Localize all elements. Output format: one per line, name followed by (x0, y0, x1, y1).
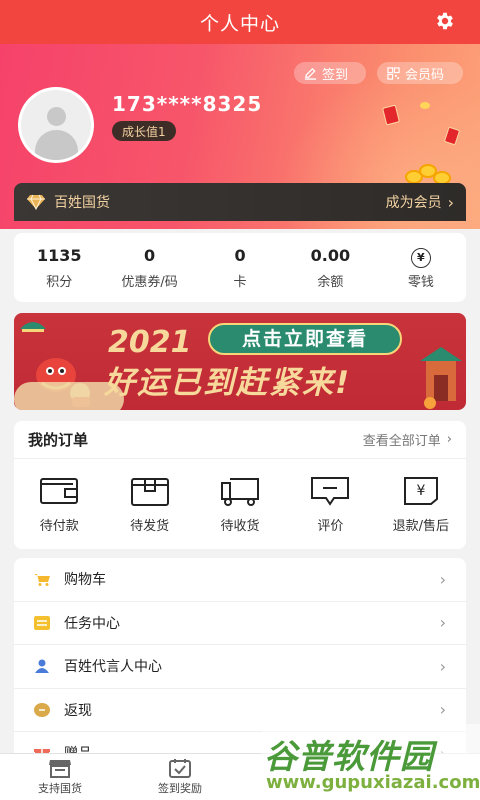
banner-year: 2021 (108, 325, 192, 360)
box-icon (130, 477, 169, 506)
lantern-icon (20, 322, 46, 332)
orders-header: 我的订单 查看全部订单 › (14, 421, 466, 459)
site-watermark: 谷普软件园 www.gupuxiazai.com (262, 724, 480, 800)
membership-bar[interactable]: 百姓国货 成为会员 › (14, 183, 466, 221)
chevron-right-icon: › (439, 656, 446, 676)
watermark-title: 谷普软件园 (264, 737, 434, 776)
user-phone: 173****8325 (112, 92, 263, 116)
promo-banner[interactable]: 点击立即查看 2021 好运已到赶紧来! (14, 313, 466, 410)
stat-value: 0 (144, 246, 156, 265)
stat-coupons[interactable]: 0 优惠券/码 (104, 245, 194, 290)
sign-in-label: 签到 (322, 67, 349, 83)
cashback-icon (34, 702, 50, 717)
order-label: 待收货 (220, 518, 260, 534)
stat-value: 1135 (36, 246, 82, 265)
stat-label: 余额 (317, 275, 344, 290)
menu-item-label: 返现 (64, 702, 92, 719)
pavilion-icon (420, 347, 462, 409)
my-orders-card: 我的订单 查看全部订单 › 待付款 待发货 待收货 评价 ¥ 退款/售后 (14, 421, 466, 549)
stats-card: 1135 积分 0 优惠券/码 0 卡 0.00 余额 ¥ 零钱 (14, 233, 466, 302)
refund-icon: ¥ (403, 476, 438, 505)
orders-title: 我的订单 (28, 431, 89, 449)
comment-icon (311, 476, 350, 506)
vip-brand: 百姓国货 (54, 195, 110, 211)
chevron-right-icon: › (439, 700, 446, 720)
stat-balance[interactable]: 0.00 余额 (285, 245, 375, 290)
sign-in-button[interactable]: 签到 (294, 62, 366, 84)
menu-item-label: 任务中心 (64, 615, 120, 632)
calendar-check-icon (169, 759, 191, 778)
banner-slogan: 好运已到赶紧来! (104, 365, 352, 401)
menu-item-cart[interactable]: 购物车 › (14, 558, 466, 602)
order-label: 评价 (317, 518, 344, 534)
menu-item-label: 购物车 (64, 572, 106, 589)
view-all-orders-link[interactable]: 查看全部订单 › (363, 430, 452, 449)
stat-change[interactable]: ¥ 零钱 (376, 245, 466, 290)
become-member-label: 成为会员 (385, 195, 442, 211)
stat-value: 0.00 (310, 246, 351, 265)
order-label: 待付款 (39, 518, 79, 534)
wallet-icon (40, 477, 79, 504)
order-pending-shipment[interactable]: 待发货 (104, 475, 194, 534)
pencil-icon (304, 67, 317, 80)
order-review[interactable]: 评价 (285, 475, 375, 534)
coin-icon (420, 102, 430, 109)
top-nav-bar: 个人中心 (0, 0, 480, 44)
avatar-placeholder-icon (21, 90, 91, 160)
chevron-right-icon: › (439, 569, 446, 589)
stat-label: 卡 (233, 275, 247, 290)
diamond-icon (27, 194, 45, 210)
member-code-button[interactable]: 会员码 (377, 62, 463, 84)
user-icon (35, 659, 49, 674)
watermark-url: www.gupuxiazai.com (266, 772, 480, 793)
page-title: 个人中心 (199, 12, 280, 35)
order-label: 待发货 (130, 518, 170, 534)
stat-label: 零钱 (407, 275, 434, 290)
stat-label: 积分 (46, 275, 73, 290)
menu-item-ambassador[interactable]: 百姓代言人中心 › (14, 645, 466, 689)
avatar[interactable] (18, 87, 94, 163)
chevron-right-icon: › (439, 613, 446, 633)
stat-cards[interactable]: 0 卡 (195, 245, 285, 290)
stat-label: 优惠券/码 (121, 275, 178, 290)
truck-icon (221, 477, 260, 506)
yen-coin-icon: ¥ (410, 248, 431, 268)
order-pending-receipt[interactable]: 待收货 (195, 475, 285, 534)
growth-badge[interactable]: 成长值1 (112, 121, 176, 141)
gear-icon[interactable] (434, 10, 456, 32)
stat-value: 0 (234, 246, 246, 265)
order-refund[interactable]: ¥ 退款/售后 (376, 475, 466, 534)
menu-item-tasks[interactable]: 任务中心 › (14, 602, 466, 645)
shop-icon (49, 760, 71, 778)
chevron-right-icon: › (446, 432, 452, 447)
qrcode-icon (387, 66, 400, 80)
tab-label: 支持国货 (38, 782, 82, 795)
tab-label: 签到奖励 (158, 782, 202, 795)
svg-text:¥: ¥ (416, 483, 425, 499)
chevron-right-icon: › (447, 192, 454, 212)
view-now-button[interactable]: 点击立即查看 (208, 323, 402, 355)
cart-icon (34, 574, 50, 587)
menu-item-label: 百姓代言人中心 (64, 659, 162, 676)
member-code-label: 会员码 (405, 67, 445, 83)
tab-checkin-rewards[interactable]: 签到奖励 (120, 754, 240, 800)
order-label: 退款/售后 (392, 518, 450, 534)
stat-points[interactable]: 1135 积分 (14, 245, 104, 290)
become-member-link[interactable]: 成为会员 › (386, 192, 454, 212)
view-all-label: 查看全部订单 (362, 434, 441, 449)
task-icon (34, 615, 50, 630)
tab-support-domestic[interactable]: 支持国货 (0, 754, 120, 800)
order-pending-payment[interactable]: 待付款 (14, 475, 104, 534)
